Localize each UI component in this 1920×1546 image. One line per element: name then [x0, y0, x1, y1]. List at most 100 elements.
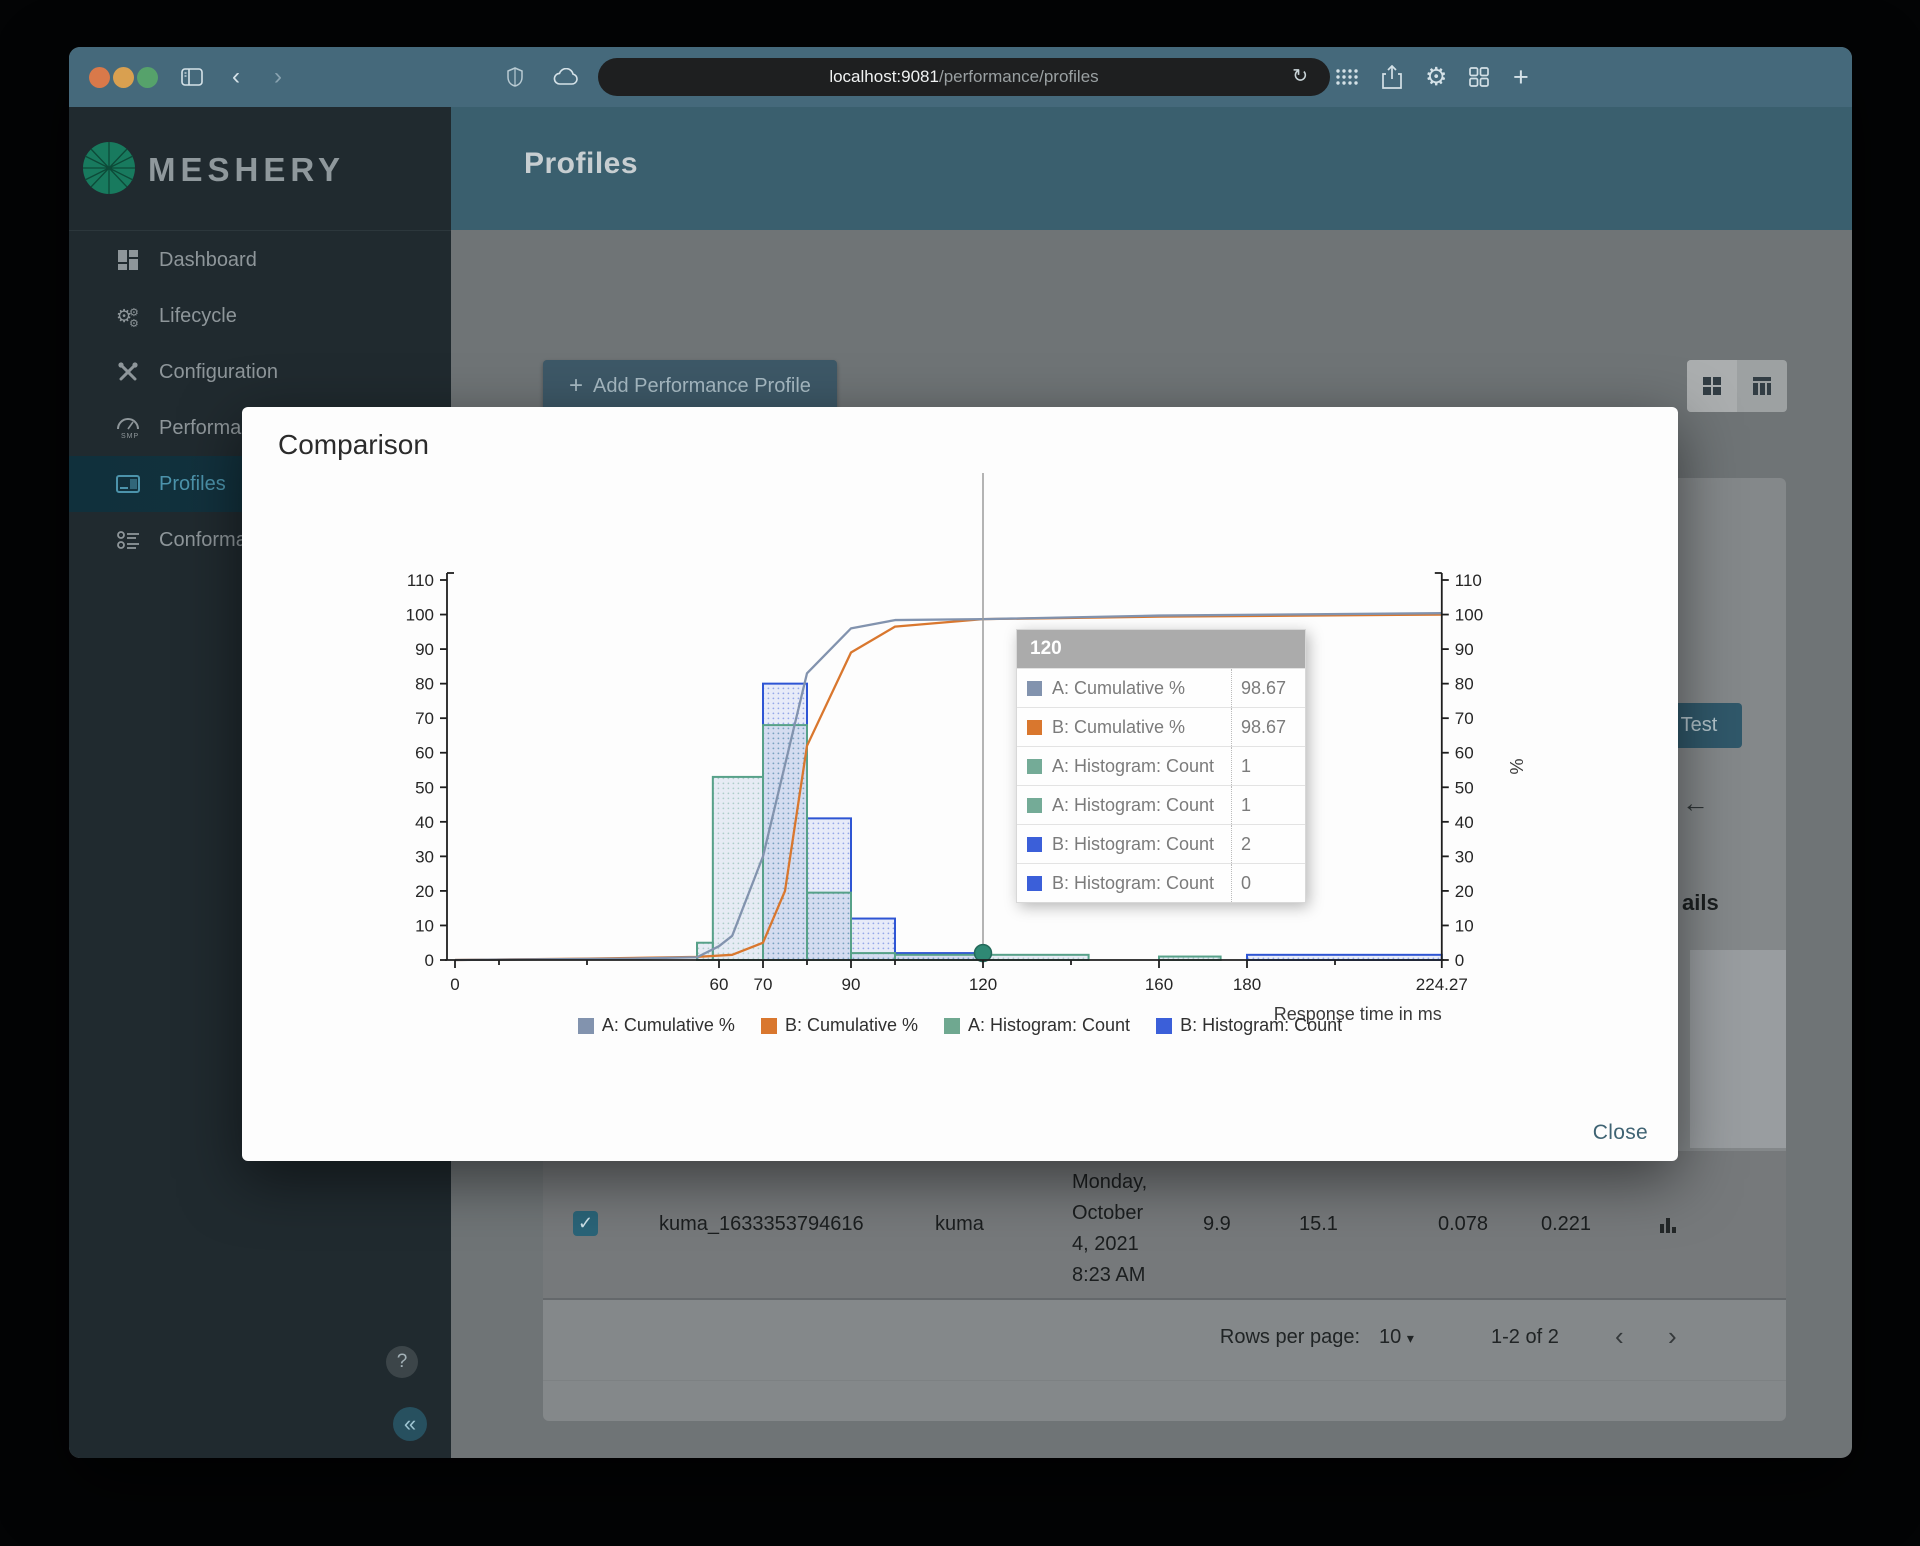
- svg-text:70: 70: [1455, 709, 1474, 728]
- minimize-window-button[interactable]: [113, 67, 134, 88]
- tooltip-row: A: Histogram: Count 1: [1017, 746, 1305, 785]
- url-path: /performance/profiles: [938, 67, 1099, 86]
- duration-value: 15.1: [1299, 1213, 1338, 1235]
- row-checkbox[interactable]: ✓: [573, 1211, 598, 1236]
- forward-button[interactable]: ›: [274, 61, 282, 93]
- meshery-logo-icon: [83, 142, 135, 194]
- svg-text:30: 30: [1455, 847, 1474, 866]
- tooltip-row: B: Histogram: Count 2: [1017, 824, 1305, 863]
- p50-value: 0.078: [1438, 1213, 1489, 1235]
- share-icon[interactable]: [1382, 61, 1402, 93]
- icloud-icon[interactable]: [553, 61, 579, 93]
- details-heading-fragment: ails: [1682, 890, 1719, 915]
- svg-text:120: 120: [969, 975, 997, 994]
- tab-overview-icon[interactable]: [1469, 61, 1489, 93]
- extensions-grid-icon[interactable]: [1335, 61, 1359, 93]
- chevron-down-icon: ▾: [1406, 1330, 1414, 1346]
- mesh-name: kuma: [935, 1213, 984, 1235]
- details-panel-fragment: [1690, 950, 1786, 1148]
- svg-text:SMP: SMP: [121, 433, 139, 439]
- tooltip-row: B: Cumulative % 98.67: [1017, 707, 1305, 746]
- reload-icon[interactable]: ↻: [1292, 65, 1308, 88]
- chart-legend: A: Cumulative % B: Cumulative % A: Histogr…: [242, 1015, 1678, 1036]
- url-host: localhost:9081: [829, 67, 939, 86]
- page-title: Profiles: [524, 147, 639, 180]
- comparison-chart: 0 010 1020 2030 3040 4050 5060 6070 7080 8090 9010…: [406, 473, 1526, 1024]
- svg-text:60: 60: [415, 744, 434, 763]
- modal-title: Comparison: [278, 429, 429, 460]
- grid-view-icon[interactable]: [1687, 360, 1737, 412]
- sidebar-item-configuration[interactable]: Configuration: [69, 344, 451, 400]
- legend-item[interactable]: A: Cumulative %: [577, 1015, 735, 1036]
- privacy-shield-icon[interactable]: [507, 61, 523, 93]
- svg-text:10: 10: [415, 916, 434, 935]
- series-color-swatch: [1027, 680, 1042, 696]
- series-color-swatch: [1027, 797, 1042, 813]
- tooltip-header: 120: [1017, 630, 1305, 668]
- svg-text:180: 180: [1233, 975, 1261, 994]
- right-axis-label: %: [1506, 758, 1526, 774]
- legend-swatch-icon: [944, 1017, 960, 1034]
- back-button[interactable]: ‹: [232, 61, 240, 93]
- legend-swatch-icon: [760, 1017, 777, 1034]
- view-toggle: [1687, 360, 1787, 412]
- rows-per-page-label: Rows per page:: [1219, 1326, 1360, 1348]
- svg-text:110: 110: [1455, 571, 1482, 590]
- configuration-icon: [115, 361, 141, 383]
- chart-tooltip: 120 A: Cumulative % 98.67 B: Cumulative % 9…: [1016, 629, 1306, 903]
- series-color-swatch: [1027, 758, 1042, 774]
- plus-icon: +: [569, 372, 584, 399]
- zoom-window-button[interactable]: [137, 67, 158, 88]
- close-button[interactable]: Close: [1593, 1121, 1648, 1145]
- svg-text:20: 20: [415, 882, 434, 901]
- svg-text:30: 30: [415, 847, 434, 866]
- run-date: Monday, October 4, 2021 8:23 AM: [1072, 1171, 1148, 1286]
- svg-text:100: 100: [1455, 606, 1483, 625]
- performance-icon: SMP: [115, 417, 141, 439]
- url-bar[interactable]: localhost:9081/performance/profiles ↻: [598, 58, 1330, 96]
- svg-text:70: 70: [754, 975, 773, 994]
- collapse-sidebar-button[interactable]: «: [393, 1407, 427, 1441]
- settings-gear-icon[interactable]: ⚙: [1425, 61, 1447, 93]
- sidebar-item-lifecycle[interactable]: ⚙ ⚙ ⚙ Lifecycle: [69, 288, 451, 344]
- tooltip-row: A: Cumulative % 98.67: [1017, 668, 1305, 707]
- back-arrow-icon[interactable]: ←: [1682, 788, 1709, 819]
- series-color-swatch: [1027, 719, 1042, 735]
- svg-text:0: 0: [1455, 951, 1464, 970]
- profiles-icon: [115, 475, 141, 493]
- app-header: Profiles ⚙: [451, 107, 1852, 230]
- dashboard-icon: [115, 249, 141, 271]
- qps-value: 9.9: [1203, 1213, 1231, 1235]
- legend-swatch-icon: [577, 1017, 594, 1034]
- legend-item[interactable]: B: Histogram: Count: [1156, 1015, 1342, 1036]
- legend-item[interactable]: A: Histogram: Count: [944, 1015, 1130, 1036]
- svg-text:80: 80: [415, 675, 434, 694]
- table-row[interactable]: ✓ kuma_1633353794616 kuma Monday, Octobe…: [543, 1151, 1786, 1300]
- svg-text:90: 90: [1455, 640, 1474, 659]
- rows-per-page-select[interactable]: 10 ▾: [1379, 1326, 1414, 1349]
- svg-text:40: 40: [1455, 813, 1474, 832]
- brand-header[interactable]: MESHERY: [69, 107, 451, 231]
- tooltip-row: B: Histogram: Count 0: [1017, 863, 1305, 902]
- svg-text:224.27: 224.27: [1416, 975, 1468, 994]
- svg-text:80: 80: [1455, 675, 1474, 694]
- close-window-button[interactable]: [89, 67, 110, 88]
- svg-text:20: 20: [1455, 882, 1474, 901]
- lifecycle-icon: ⚙ ⚙ ⚙: [115, 305, 141, 327]
- pagination-range: 1-2 of 2: [1491, 1326, 1559, 1348]
- table-view-icon[interactable]: [1737, 360, 1787, 412]
- svg-text:160: 160: [1145, 975, 1173, 994]
- sidebar-toggle-icon[interactable]: [181, 61, 203, 93]
- legend-item[interactable]: B: Cumulative %: [760, 1015, 918, 1036]
- row-chart-icon[interactable]: [1659, 1151, 1677, 1298]
- previous-page-icon[interactable]: ‹: [1615, 1321, 1624, 1352]
- add-performance-profile-button[interactable]: + Add Performance Profile: [543, 360, 837, 412]
- sidebar-item-dashboard[interactable]: Dashboard: [69, 232, 451, 288]
- new-tab-icon[interactable]: +: [1513, 61, 1529, 93]
- next-page-icon[interactable]: ›: [1668, 1321, 1677, 1352]
- help-button[interactable]: ?: [386, 1346, 418, 1378]
- svg-text:90: 90: [415, 640, 434, 659]
- series-color-swatch: [1027, 836, 1042, 852]
- svg-text:0: 0: [450, 975, 459, 994]
- svg-text:⚙: ⚙: [129, 318, 139, 327]
